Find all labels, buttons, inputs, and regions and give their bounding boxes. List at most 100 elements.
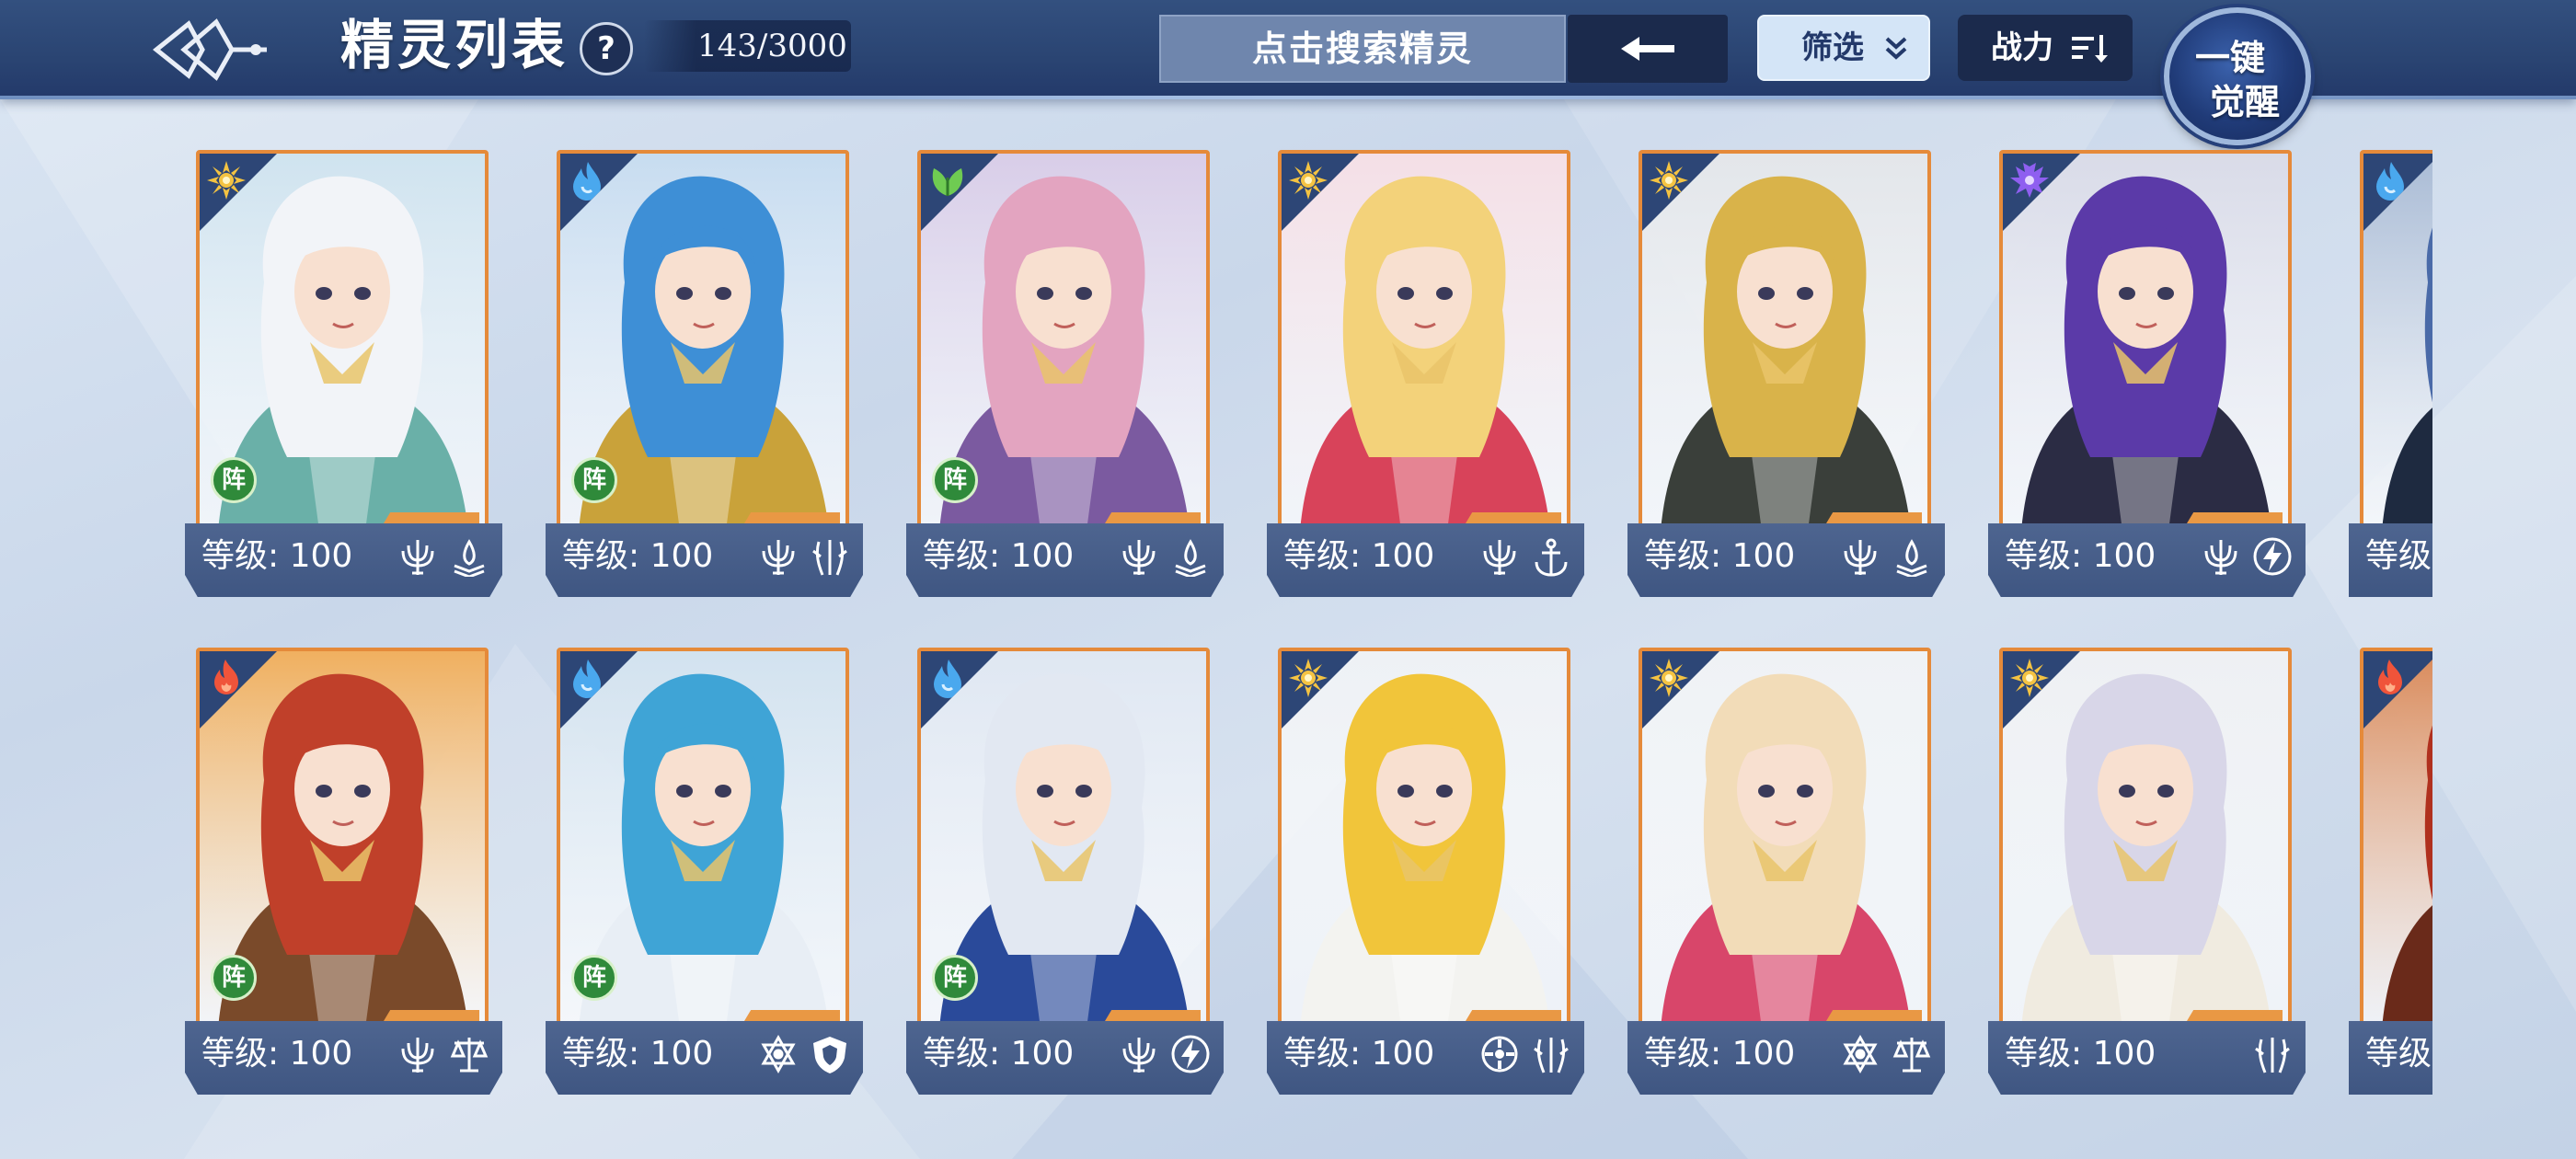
spirit-level: 等级: 100 [1644, 1035, 1796, 1073]
spirit-info-bar: 等级: 100 [1267, 523, 1584, 597]
scales-icon [1892, 1038, 1931, 1073]
spirit-card-frame [2360, 150, 2432, 534]
spirit-info-bar: 等级: 100 [1627, 1021, 1945, 1095]
spirit-card-frame: 阵 [917, 150, 1210, 534]
spirit-portrait [2003, 651, 2288, 1028]
spirit-info-bar: 等级: 100 [1627, 523, 1945, 597]
spirit-card[interactable]: 阵 等级: 100 [546, 150, 863, 601]
spirit-card-frame [1999, 150, 2292, 534]
claw-icon [812, 540, 847, 576]
spirit-level: 等级 [2365, 1035, 2432, 1073]
lineup-badge: 阵 [571, 457, 617, 503]
flame-book-icon [1896, 539, 1927, 577]
spirit-card[interactable]: 等级: 100 [1988, 648, 2306, 1098]
lineup-badge: 阵 [211, 955, 257, 1001]
spirit-card-frame: 阵 [557, 150, 849, 534]
skill-icons [1840, 536, 1932, 577]
spirit-card[interactable]: 阵 等级: 100 [185, 648, 502, 1098]
lineup-badge: 阵 [211, 457, 257, 503]
spirit-info-bar: 等级: 100 [1988, 1021, 2306, 1095]
spirit-level: 等级: 100 [1644, 537, 1796, 575]
flame-book-icon [454, 539, 485, 577]
spirit-card[interactable]: 等级: 100 [1267, 648, 1584, 1098]
trident-icon [1122, 1038, 1156, 1073]
trident-icon [401, 1038, 434, 1073]
spirit-card[interactable]: 等级: 100 [1988, 150, 2306, 601]
spirit-card-frame [1999, 648, 2292, 1032]
spirit-card[interactable]: 等级: 100 [1267, 150, 1584, 601]
skill-icons [1479, 536, 1571, 577]
spirit-info-bar: 等级: 100 [1267, 1021, 1584, 1095]
spirit-card[interactable]: 等级: 100 [1627, 150, 1945, 601]
spirit-portrait [2003, 154, 2288, 531]
spirit-level: 等级: 100 [201, 1035, 353, 1073]
spirit-level: 等级: 100 [923, 1035, 1075, 1073]
spirit-level: 等级: 100 [923, 537, 1075, 575]
anchor-icon [1535, 538, 1568, 577]
spirit-card-frame [1278, 648, 1570, 1032]
claw-icon [1534, 1038, 1569, 1073]
spirit-card-frame: 阵 [196, 648, 489, 1032]
spirit-level: 等级 [2365, 537, 2432, 575]
skill-icons [397, 536, 489, 577]
spirit-info-bar: 等级: 100 [906, 523, 1224, 597]
trident-icon [401, 540, 434, 575]
spirit-info-bar: 等级: 100 [906, 1021, 1224, 1095]
spirit-grid: 阵 等级: 100 阵 等级: 100 阵 等级: 100 等级: 100 等级… [0, 0, 2432, 1159]
spirit-card-frame: 阵 [196, 150, 489, 534]
spirit-info-bar: 等级: 100 [1988, 523, 2306, 597]
skill-icons [2201, 536, 2293, 577]
spirit-card[interactable]: 等级: 100 [1627, 648, 1945, 1098]
spirit-card[interactable]: 等级 [2349, 648, 2432, 1098]
lightning-icon [2253, 537, 2292, 576]
spirit-level: 等级: 100 [2005, 1035, 2156, 1073]
spirit-card-frame [2360, 648, 2432, 1032]
shield-icon [813, 1037, 846, 1073]
skill-icons [758, 1034, 850, 1074]
spirit-level: 等级: 100 [1283, 1035, 1435, 1073]
spirit-info-bar: 等级: 100 [185, 1021, 502, 1095]
spirit-card-frame: 阵 [917, 648, 1210, 1032]
spirit-info-bar: 等级: 100 [546, 1021, 863, 1095]
spirit-card-frame [1639, 150, 1931, 534]
spirit-info-bar: 等级: 100 [185, 523, 502, 597]
spirit-info-bar: 等级 [2349, 523, 2432, 597]
skill-icons [1119, 536, 1211, 577]
hexagram-icon [1843, 1034, 1878, 1074]
spirit-level: 等级: 100 [1283, 537, 1435, 575]
skill-icons [758, 536, 850, 577]
lightning-icon [1171, 1035, 1210, 1073]
hexagram-icon [761, 1034, 796, 1074]
spirit-portrait [1282, 154, 1567, 531]
spirit-level: 等级: 100 [201, 537, 353, 575]
trident-icon [1483, 540, 1516, 575]
lineup-badge: 阵 [571, 955, 617, 1001]
spirit-portrait [1642, 154, 1927, 531]
spirit-card-frame: 阵 [557, 648, 849, 1032]
spirit-card-frame [1639, 648, 1931, 1032]
spirit-level: 等级: 100 [562, 537, 714, 575]
spirit-card[interactable]: 阵 等级: 100 [906, 648, 1224, 1098]
lineup-badge: 阵 [932, 955, 978, 1001]
trident-icon [1122, 540, 1156, 575]
skill-icons [1479, 1034, 1571, 1074]
scales-icon [450, 1038, 489, 1073]
spirit-portrait [1282, 651, 1567, 1028]
skill-icons [1119, 1034, 1211, 1074]
skill-icons [1840, 1034, 1932, 1074]
spirit-card-frame [1278, 150, 1570, 534]
spirit-info-bar: 等级 [2349, 1021, 2432, 1095]
spirit-card[interactable]: 阵 等级: 100 [906, 150, 1224, 601]
trident-icon [2204, 540, 2237, 575]
trident-icon [762, 540, 795, 575]
skill-icons [397, 1034, 489, 1074]
flame-book-icon [1175, 539, 1206, 577]
skill-icons [2252, 1034, 2293, 1074]
spirit-portrait [1642, 651, 1927, 1028]
spirit-card[interactable]: 阵 等级: 100 [546, 648, 863, 1098]
spirit-card[interactable]: 阵 等级: 100 [185, 150, 502, 601]
trident-icon [1844, 540, 1877, 575]
claw-icon [2255, 1038, 2290, 1073]
spirit-card[interactable]: 等级 [2349, 150, 2432, 601]
spirit-level: 等级: 100 [2005, 537, 2156, 575]
